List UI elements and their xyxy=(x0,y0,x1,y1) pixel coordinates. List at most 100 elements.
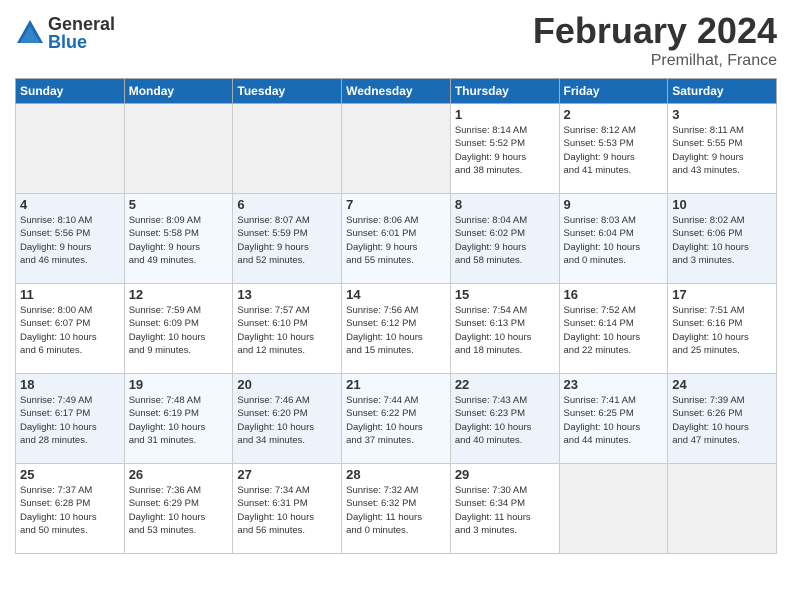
page-header: General Blue February 2024 Premilhat, Fr… xyxy=(15,10,777,70)
calendar-cell: 26 Sunrise: 7:36 AM Sunset: 6:29 PM Dayli… xyxy=(124,464,233,554)
calendar-cell: 29 Sunrise: 7:30 AM Sunset: 6:34 PM Dayli… xyxy=(450,464,559,554)
calendar-cell xyxy=(342,104,451,194)
calendar-cell: 25 Sunrise: 7:37 AM Sunset: 6:28 PM Dayli… xyxy=(16,464,125,554)
day-info: Sunrise: 7:44 AM Sunset: 6:22 PM Dayligh… xyxy=(346,394,446,447)
column-header-wednesday: Wednesday xyxy=(342,79,451,104)
day-info: Sunrise: 8:11 AM Sunset: 5:55 PM Dayligh… xyxy=(672,124,772,177)
week-row-4: 18 Sunrise: 7:49 AM Sunset: 6:17 PM Dayli… xyxy=(16,374,777,464)
day-info: Sunrise: 8:10 AM Sunset: 5:56 PM Dayligh… xyxy=(20,214,120,267)
day-number: 5 xyxy=(129,197,229,212)
day-number: 12 xyxy=(129,287,229,302)
day-number: 20 xyxy=(237,377,337,392)
calendar-cell xyxy=(233,104,342,194)
day-number: 14 xyxy=(346,287,446,302)
logo-blue-text: Blue xyxy=(48,33,115,51)
day-number: 17 xyxy=(672,287,772,302)
calendar-cell xyxy=(559,464,668,554)
calendar-cell: 18 Sunrise: 7:49 AM Sunset: 6:17 PM Dayli… xyxy=(16,374,125,464)
column-header-saturday: Saturday xyxy=(668,79,777,104)
day-info: Sunrise: 8:09 AM Sunset: 5:58 PM Dayligh… xyxy=(129,214,229,267)
day-info: Sunrise: 8:02 AM Sunset: 6:06 PM Dayligh… xyxy=(672,214,772,267)
day-info: Sunrise: 7:32 AM Sunset: 6:32 PM Dayligh… xyxy=(346,484,446,537)
calendar-cell: 7 Sunrise: 8:06 AM Sunset: 6:01 PM Daylig… xyxy=(342,194,451,284)
day-number: 3 xyxy=(672,107,772,122)
day-number: 27 xyxy=(237,467,337,482)
day-number: 26 xyxy=(129,467,229,482)
day-number: 25 xyxy=(20,467,120,482)
calendar-cell: 19Sunrise: 7:48 AM Sunset: 6:19 PM Dayli… xyxy=(124,374,233,464)
calendar-cell: 27 Sunrise: 7:34 AM Sunset: 6:31 PM Dayli… xyxy=(233,464,342,554)
day-number: 29 xyxy=(455,467,555,482)
day-number: 18 xyxy=(20,377,120,392)
column-header-monday: Monday xyxy=(124,79,233,104)
calendar-cell: 8Sunrise: 8:04 AM Sunset: 6:02 PM Daylig… xyxy=(450,194,559,284)
calendar-cell: 28 Sunrise: 7:32 AM Sunset: 6:32 PM Dayli… xyxy=(342,464,451,554)
calendar-cell: 3 Sunrise: 8:11 AM Sunset: 5:55 PM Daylig… xyxy=(668,104,777,194)
calendar-cell: 20Sunrise: 7:46 AM Sunset: 6:20 PM Dayli… xyxy=(233,374,342,464)
day-info: Sunrise: 8:03 AM Sunset: 6:04 PM Dayligh… xyxy=(564,214,664,267)
column-header-tuesday: Tuesday xyxy=(233,79,342,104)
logo-icon xyxy=(15,18,45,48)
day-number: 6 xyxy=(237,197,337,212)
day-number: 21 xyxy=(346,377,446,392)
day-number: 28 xyxy=(346,467,446,482)
calendar-cell: 23 Sunrise: 7:41 AM Sunset: 6:25 PM Dayli… xyxy=(559,374,668,464)
day-number: 2 xyxy=(564,107,664,122)
day-number: 11 xyxy=(20,287,120,302)
day-number: 22 xyxy=(455,377,555,392)
day-info: Sunrise: 7:48 AM Sunset: 6:19 PM Dayligh… xyxy=(129,394,229,447)
month-title: February 2024 xyxy=(533,10,777,52)
calendar-cell xyxy=(16,104,125,194)
day-info: Sunrise: 7:34 AM Sunset: 6:31 PM Dayligh… xyxy=(237,484,337,537)
day-info: Sunrise: 7:41 AM Sunset: 6:25 PM Dayligh… xyxy=(564,394,664,447)
day-info: Sunrise: 8:07 AM Sunset: 5:59 PM Dayligh… xyxy=(237,214,337,267)
calendar-cell: 17 Sunrise: 7:51 AM Sunset: 6:16 PM Dayli… xyxy=(668,284,777,374)
calendar-cell xyxy=(668,464,777,554)
day-info: Sunrise: 7:36 AM Sunset: 6:29 PM Dayligh… xyxy=(129,484,229,537)
calendar-cell: 6 Sunrise: 8:07 AM Sunset: 5:59 PM Daylig… xyxy=(233,194,342,284)
calendar-cell: 24Sunrise: 7:39 AM Sunset: 6:26 PM Dayli… xyxy=(668,374,777,464)
calendar-cell: 14Sunrise: 7:56 AM Sunset: 6:12 PM Dayli… xyxy=(342,284,451,374)
day-number: 16 xyxy=(564,287,664,302)
day-info: Sunrise: 7:49 AM Sunset: 6:17 PM Dayligh… xyxy=(20,394,120,447)
day-number: 8 xyxy=(455,197,555,212)
day-info: Sunrise: 7:30 AM Sunset: 6:34 PM Dayligh… xyxy=(455,484,555,537)
calendar-cell: 11Sunrise: 8:00 AM Sunset: 6:07 PM Dayli… xyxy=(16,284,125,374)
day-number: 9 xyxy=(564,197,664,212)
day-info: Sunrise: 7:43 AM Sunset: 6:23 PM Dayligh… xyxy=(455,394,555,447)
day-info: Sunrise: 8:12 AM Sunset: 5:53 PM Dayligh… xyxy=(564,124,664,177)
logo-general-text: General xyxy=(48,15,115,33)
day-info: Sunrise: 8:06 AM Sunset: 6:01 PM Dayligh… xyxy=(346,214,446,267)
day-number: 13 xyxy=(237,287,337,302)
calendar-cell: 22 Sunrise: 7:43 AM Sunset: 6:23 PM Dayli… xyxy=(450,374,559,464)
day-info: Sunrise: 7:51 AM Sunset: 6:16 PM Dayligh… xyxy=(672,304,772,357)
day-info: Sunrise: 7:54 AM Sunset: 6:13 PM Dayligh… xyxy=(455,304,555,357)
day-info: Sunrise: 7:37 AM Sunset: 6:28 PM Dayligh… xyxy=(20,484,120,537)
day-number: 24 xyxy=(672,377,772,392)
calendar-cell: 1Sunrise: 8:14 AM Sunset: 5:52 PM Daylig… xyxy=(450,104,559,194)
day-info: Sunrise: 7:59 AM Sunset: 6:09 PM Dayligh… xyxy=(129,304,229,357)
week-row-1: 1Sunrise: 8:14 AM Sunset: 5:52 PM Daylig… xyxy=(16,104,777,194)
day-number: 15 xyxy=(455,287,555,302)
day-number: 1 xyxy=(455,107,555,122)
column-header-sunday: Sunday xyxy=(16,79,125,104)
day-number: 4 xyxy=(20,197,120,212)
column-header-friday: Friday xyxy=(559,79,668,104)
logo: General Blue xyxy=(15,15,115,51)
calendar-cell xyxy=(124,104,233,194)
calendar-table: SundayMondayTuesdayWednesdayThursdayFrid… xyxy=(15,78,777,554)
day-number: 23 xyxy=(564,377,664,392)
column-header-thursday: Thursday xyxy=(450,79,559,104)
calendar-cell: 21 Sunrise: 7:44 AM Sunset: 6:22 PM Dayli… xyxy=(342,374,451,464)
day-number: 7 xyxy=(346,197,446,212)
week-row-5: 25 Sunrise: 7:37 AM Sunset: 6:28 PM Dayli… xyxy=(16,464,777,554)
calendar-cell: 16 Sunrise: 7:52 AM Sunset: 6:14 PM Dayli… xyxy=(559,284,668,374)
calendar-cell: 10Sunrise: 8:02 AM Sunset: 6:06 PM Dayli… xyxy=(668,194,777,284)
day-info: Sunrise: 7:57 AM Sunset: 6:10 PM Dayligh… xyxy=(237,304,337,357)
calendar-cell: 15 Sunrise: 7:54 AM Sunset: 6:13 PM Dayli… xyxy=(450,284,559,374)
calendar-cell: 4 Sunrise: 8:10 AM Sunset: 5:56 PM Daylig… xyxy=(16,194,125,284)
title-section: February 2024 Premilhat, France xyxy=(533,10,777,70)
day-info: Sunrise: 7:52 AM Sunset: 6:14 PM Dayligh… xyxy=(564,304,664,357)
calendar-cell: 13 Sunrise: 7:57 AM Sunset: 6:10 PM Dayli… xyxy=(233,284,342,374)
header-row: SundayMondayTuesdayWednesdayThursdayFrid… xyxy=(16,79,777,104)
